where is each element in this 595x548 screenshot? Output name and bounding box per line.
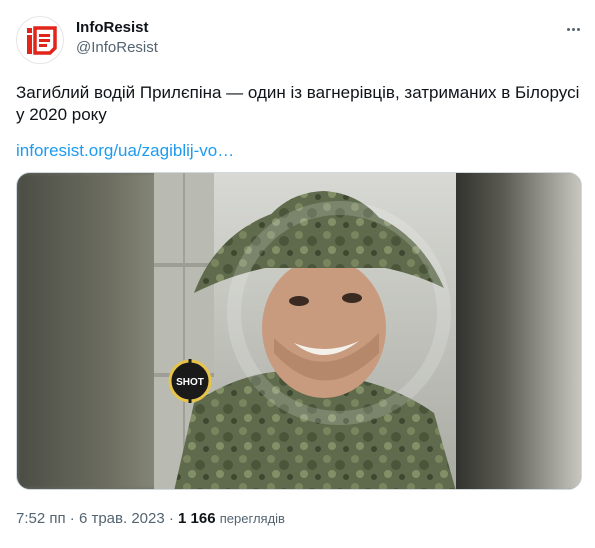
tweet-time[interactable]: 7:52 пп: [16, 510, 66, 527]
author-handle[interactable]: @InfoResist: [76, 39, 158, 57]
tweet-text: Загиблий водій Прилєпіна — один із вагне…: [16, 83, 580, 124]
meta-separator-2: ·: [168, 510, 174, 527]
meta-separator: ·: [69, 510, 75, 527]
media-blur-left: [17, 173, 167, 489]
shot-watermark-text: SHOT: [176, 377, 204, 388]
tweet-meta: 7:52 пп · 6 трав. 2023 · 1 166 перегляді…: [16, 510, 285, 528]
tweet-media[interactable]: SHOT: [16, 172, 582, 490]
author-name[interactable]: InfoResist: [76, 19, 149, 37]
tweet-card[interactable]: InfoResist @InfoResist Загиблий водій Пр…: [0, 0, 595, 548]
more-horizontal-icon[interactable]: [562, 20, 584, 38]
shot-watermark-icon: SHOT: [168, 359, 212, 403]
avatar[interactable]: [16, 16, 64, 64]
media-photo: [154, 173, 456, 489]
media-blur-right: [451, 173, 581, 489]
tweet-link[interactable]: inforesist.org/ua/zagiblij-vo…: [16, 140, 234, 162]
infresist-logo-icon: [17, 17, 63, 63]
views-count: 1 166: [178, 510, 216, 527]
views-label: переглядів: [219, 511, 285, 526]
tweet-date[interactable]: 6 трав. 2023: [79, 510, 165, 527]
